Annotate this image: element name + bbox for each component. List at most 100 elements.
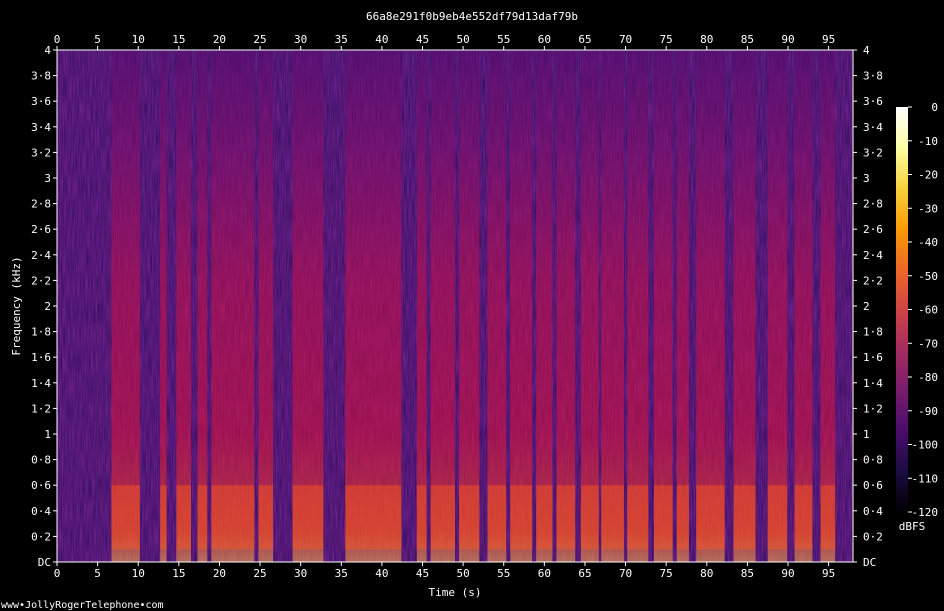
x-tick-label-bottom: 0 — [54, 567, 61, 580]
formant-band — [197, 485, 208, 550]
colorbar-tick-label: -70 — [918, 337, 938, 350]
x-tick-label-bottom: 80 — [700, 567, 713, 580]
x-tick-label-top: 55 — [497, 33, 510, 46]
x-tick-label-top: 45 — [416, 33, 429, 46]
y-tick-label-left: 3·2 — [31, 146, 51, 159]
y-tick-label-right: 0·2 — [863, 530, 883, 543]
formant-band — [627, 485, 649, 550]
y-axis-right: DC 0·2 0·4 0·6 0·8 1 1·2 1·4 1·6 1·8 2 2·2 2·4 2·6 2·8… — [853, 44, 883, 569]
x-tick-label-top: 30 — [294, 33, 307, 46]
formant-band — [160, 485, 167, 550]
colorbar — [896, 107, 908, 512]
x-tick-label-bottom: 30 — [294, 567, 307, 580]
colorbar-tick-label: -40 — [918, 236, 938, 249]
x-tick-label-bottom: 90 — [781, 567, 794, 580]
x-tick-label-bottom: 85 — [741, 567, 754, 580]
formant-band — [111, 485, 140, 550]
y-tick-label-right: 2·2 — [863, 274, 883, 287]
colorbar-tick-label: -10 — [918, 135, 938, 148]
formant-band — [258, 485, 274, 550]
formant-band — [416, 485, 427, 550]
y-tick-label-right: 3 — [863, 172, 870, 185]
x-tick-label-top: 70 — [619, 33, 632, 46]
y-tick-label-left: 3·4 — [31, 121, 51, 134]
colorbar-tick-label: -80 — [918, 371, 938, 384]
formant-band — [510, 485, 533, 550]
formant-band — [536, 485, 553, 550]
x-axis-label: Time (s) — [429, 586, 482, 599]
y-tick-label-right: 1·6 — [863, 351, 883, 364]
formant-band — [676, 485, 689, 550]
colorbar-tick-label: -20 — [918, 169, 938, 182]
y-tick-label-left: 2 — [44, 300, 51, 313]
formant-band — [430, 485, 455, 550]
y-axis-left: DC 0·2 0·4 0·6 0·8 1 1·2 1·4 1·6 1·8 2 2·2 2·4 2·6 2·8… — [31, 44, 57, 569]
x-tick-label-top: 60 — [538, 33, 551, 46]
formant-band — [601, 485, 624, 550]
formant-band — [580, 485, 599, 550]
colorbar-tick-label: -60 — [918, 304, 938, 317]
colorbar-tick-label: -120 — [912, 506, 939, 519]
formant-band — [696, 485, 725, 550]
x-tick-label-bottom: 70 — [619, 567, 632, 580]
formant-band — [654, 485, 673, 550]
x-tick-label-bottom: 75 — [660, 567, 673, 580]
y-tick-label-right: 0·8 — [863, 454, 883, 467]
x-tick-label-bottom: 40 — [375, 567, 388, 580]
x-tick-label-top: 50 — [456, 33, 469, 46]
x-tick-label-top: 40 — [375, 33, 388, 46]
y-tick-label-left: 1·2 — [31, 402, 51, 415]
formant-band — [211, 485, 255, 550]
x-tick-label-bottom: 5 — [94, 567, 101, 580]
y-tick-label-right: 4 — [863, 44, 870, 57]
y-tick-label-left: 4 — [44, 44, 51, 57]
x-tick-label-top: 10 — [132, 33, 145, 46]
y-tick-label-left: 2·2 — [31, 274, 51, 287]
formant-band — [733, 485, 756, 550]
y-tick-label-right: 2·6 — [863, 223, 883, 236]
formant-band — [767, 485, 788, 550]
colorbar-tick-label: -50 — [918, 270, 938, 283]
colorbar-tick-label: -30 — [918, 202, 938, 215]
spectrogram-chart: 66a8e291f0b9eb4e552df79d13daf79b 0 5 10 15 2… — [1, 10, 938, 611]
x-tick-label-bottom: 35 — [335, 567, 348, 580]
y-tick-label-left: 0·6 — [31, 479, 51, 492]
y-tick-label-left: 2·4 — [31, 249, 51, 262]
x-tick-label-bottom: 60 — [538, 567, 551, 580]
x-tick-label-bottom: 15 — [172, 567, 185, 580]
y-tick-label-left: DC — [38, 556, 51, 569]
colorbar-axis: 0 -10 -20 -30 -40 -50 -60 -70 -80 -90 -100 -110 -120 — [908, 101, 938, 519]
y-tick-label-right: 1 — [863, 428, 870, 441]
y-axis-label: Frequency (kHz) — [10, 256, 23, 355]
x-tick-label-top: 35 — [335, 33, 348, 46]
formant-band — [176, 485, 192, 550]
y-tick-label-left: 3 — [44, 172, 51, 185]
y-tick-label-left: 2·6 — [31, 223, 51, 236]
x-tick-label-top: 95 — [822, 33, 835, 46]
y-tick-label-left: 1·4 — [31, 377, 51, 390]
x-tick-label-bottom: 65 — [578, 567, 591, 580]
chart-title: 66a8e291f0b9eb4e552df79d13daf79b — [366, 10, 578, 23]
x-tick-label-bottom: 20 — [213, 567, 226, 580]
y-tick-label-left: 2·8 — [31, 198, 51, 211]
formant-band — [794, 485, 813, 550]
y-tick-label-left: 0·4 — [31, 505, 51, 518]
colorbar-tick-label: -110 — [912, 472, 939, 485]
y-tick-label-right: 2·8 — [863, 198, 883, 211]
colorbar-tick-label: -90 — [918, 405, 938, 418]
x-tick-label-top: 65 — [578, 33, 591, 46]
x-tick-label-top: 0 — [54, 33, 61, 46]
y-tick-label-left: 3·6 — [31, 95, 51, 108]
y-tick-label-left: 0·8 — [31, 454, 51, 467]
y-tick-label-right: 3·6 — [863, 95, 883, 108]
x-tick-label-top: 5 — [94, 33, 101, 46]
footer-credit: www•JollyRogerTelephone•com — [1, 600, 164, 611]
formant-band — [459, 485, 480, 550]
y-tick-label-right: 1·8 — [863, 326, 883, 339]
y-tick-label-right: 2 — [863, 300, 870, 313]
y-tick-label-right: 1·2 — [863, 402, 883, 415]
x-tick-label-top: 85 — [741, 33, 754, 46]
x-tick-label-bottom: 95 — [822, 567, 835, 580]
x-axis-top: 0 5 10 15 20 25 30 35 40 45 50 55 60 65 70 75 80 85 90 95 — [54, 33, 835, 50]
formant-band — [487, 485, 507, 550]
